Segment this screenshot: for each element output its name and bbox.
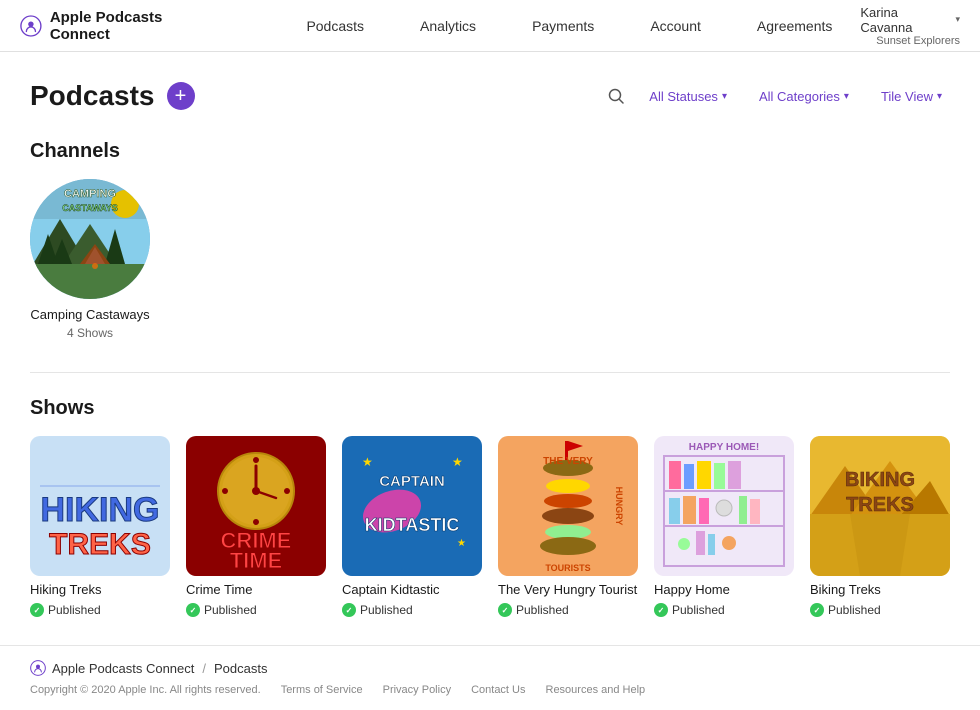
footer-top: Apple Podcasts Connect / Podcasts — [30, 660, 950, 676]
svg-text:BIKING: BIKING — [845, 469, 915, 491]
podcast-logo-icon — [20, 14, 42, 38]
nav-payments[interactable]: Payments — [504, 0, 622, 52]
svg-text:★: ★ — [457, 538, 466, 549]
show-art-crime-time: CRIME TIME — [186, 436, 326, 576]
main-nav: Podcasts Analytics Payments Account Agre… — [278, 0, 860, 52]
nav-podcasts[interactable]: Podcasts — [278, 0, 392, 52]
published-icon — [654, 603, 668, 617]
published-icon — [30, 603, 44, 617]
published-icon — [810, 603, 824, 617]
footer-podcast-icon — [30, 660, 46, 676]
published-icon — [498, 603, 512, 617]
show-status: Published — [810, 603, 950, 617]
channel-name: Camping Castaways — [30, 307, 149, 322]
app-logo[interactable]: Apple Podcasts Connect — [20, 9, 210, 43]
user-name: Karina Cavanna ▾ — [860, 5, 960, 35]
show-status: Published — [342, 603, 482, 617]
show-tile-very-hungry-tourist[interactable]: THE VERY HUNGRY TOURISTS The Very Hungry… — [498, 436, 638, 617]
header: Apple Podcasts Connect Podcasts Analytic… — [0, 0, 980, 52]
channels-section: Channels — [30, 140, 950, 340]
filter-controls: All Statuses ▾ All Categories ▾ Tile Vie… — [607, 85, 950, 108]
header-left: Apple Podcasts Connect Podcasts Analytic… — [20, 0, 860, 52]
show-tile-happy-home[interactable]: HAPPY HOME! Happy Home Published — [654, 436, 794, 617]
app-title: Apple Podcasts Connect — [50, 9, 211, 43]
view-chevron-icon: ▾ — [937, 91, 942, 102]
footer-breadcrumb-link[interactable]: Podcasts — [214, 661, 267, 676]
view-toggle-button[interactable]: Tile View ▾ — [873, 85, 950, 108]
svg-text:THE VERY: THE VERY — [543, 456, 593, 467]
show-status: Published — [30, 603, 170, 617]
svg-text:TOURISTS: TOURISTS — [545, 563, 590, 573]
svg-text:CAMPING: CAMPING — [64, 188, 116, 200]
show-name: Crime Time — [186, 582, 326, 597]
published-icon — [342, 603, 356, 617]
show-status: Published — [654, 603, 794, 617]
channel-avatar: CAMPING CASTAWAYS — [30, 179, 150, 299]
add-podcast-button[interactable]: + — [167, 82, 195, 110]
section-divider — [30, 372, 950, 373]
footer-contact-link[interactable]: Contact Us — [471, 684, 525, 696]
show-tile-hiking-treks[interactable]: HIKING TREKS Hiking Treks Published — [30, 436, 170, 617]
show-name: Biking Treks — [810, 582, 950, 597]
categories-filter-button[interactable]: All Categories ▾ — [751, 85, 857, 108]
footer-brand: Apple Podcasts Connect — [30, 660, 194, 676]
show-art-happy-home: HAPPY HOME! — [654, 436, 794, 576]
show-status: Published — [186, 603, 326, 617]
show-name: Happy Home — [654, 582, 794, 597]
show-art-hiking-treks: HIKING TREKS — [30, 436, 170, 576]
user-chevron-icon: ▾ — [955, 14, 960, 25]
status-chevron-icon: ▾ — [722, 91, 727, 102]
svg-text:TREKS: TREKS — [846, 494, 914, 516]
nav-account[interactable]: Account — [622, 0, 729, 52]
search-button[interactable] — [607, 87, 625, 105]
footer-terms-link[interactable]: Terms of Service — [281, 684, 363, 696]
show-art-very-hungry-tourist: THE VERY HUNGRY TOURISTS — [498, 436, 638, 576]
page-title: Podcasts — [30, 80, 155, 112]
published-icon — [186, 603, 200, 617]
svg-text:CAPTAIN: CAPTAIN — [379, 473, 445, 490]
svg-text:TIME: TIME — [230, 548, 283, 573]
svg-text:KIDTASTIC: KIDTASTIC — [365, 515, 460, 535]
show-name: Captain Kidtastic — [342, 582, 482, 597]
show-name: Hiking Treks — [30, 582, 170, 597]
channels-title: Channels — [30, 140, 950, 163]
footer-separator: / — [202, 661, 206, 676]
categories-chevron-icon: ▾ — [844, 91, 849, 102]
nav-agreements[interactable]: Agreements — [729, 0, 860, 52]
svg-text:HAPPY HOME!: HAPPY HOME! — [689, 442, 759, 453]
status-filter-button[interactable]: All Statuses ▾ — [641, 85, 735, 108]
show-tile-captain-kidtastic[interactable]: CAPTAIN KIDTASTIC ★ ★ ★ Captain Kidtasti… — [342, 436, 482, 617]
shows-grid: HIKING TREKS Hiking Treks Published — [30, 436, 950, 617]
show-tile-biking-treks[interactable]: BIKING TREKS Biking Treks Published — [810, 436, 950, 617]
footer-privacy-link[interactable]: Privacy Policy — [383, 684, 451, 696]
footer-copyright: Copyright © 2020 Apple Inc. All rights r… — [30, 684, 261, 696]
user-menu[interactable]: Karina Cavanna ▾ Sunset Explorers — [860, 5, 960, 47]
svg-text:HIKING: HIKING — [41, 491, 160, 529]
svg-text:★: ★ — [452, 455, 463, 469]
footer: Apple Podcasts Connect / Podcasts Copyri… — [0, 645, 980, 710]
svg-text:HUNGRY: HUNGRY — [614, 487, 624, 526]
svg-text:CASTAWAYS: CASTAWAYS — [62, 203, 118, 213]
user-org: Sunset Explorers — [876, 35, 960, 47]
channel-count: 4 Shows — [67, 326, 113, 340]
shows-title: Shows — [30, 397, 950, 420]
show-art-biking-treks: BIKING TREKS — [810, 436, 950, 576]
footer-resources-link[interactable]: Resources and Help — [546, 684, 646, 696]
page-title-left: Podcasts + — [30, 80, 195, 112]
channel-item[interactable]: CAMPING CASTAWAYS Camping Castaways 4 Sh… — [30, 179, 150, 340]
main-content: Podcasts + All Statuses ▾ All Categories… — [0, 52, 980, 645]
shows-section: Shows HIKING TREKS Hiking Treks — [30, 397, 950, 617]
search-icon — [607, 87, 625, 105]
page-title-row: Podcasts + All Statuses ▾ All Categories… — [30, 80, 950, 112]
channel-art: CAMPING CASTAWAYS — [30, 179, 150, 299]
svg-text:★: ★ — [362, 455, 373, 469]
show-art-captain-kidtastic: CAPTAIN KIDTASTIC ★ ★ ★ — [342, 436, 482, 576]
svg-text:TREKS: TREKS — [49, 528, 151, 561]
show-status: Published — [498, 603, 638, 617]
show-tile-crime-time[interactable]: CRIME TIME Crime Time Published — [186, 436, 326, 617]
nav-analytics[interactable]: Analytics — [392, 0, 504, 52]
footer-bottom: Copyright © 2020 Apple Inc. All rights r… — [30, 684, 950, 696]
show-name: The Very Hungry Tourist — [498, 582, 638, 597]
